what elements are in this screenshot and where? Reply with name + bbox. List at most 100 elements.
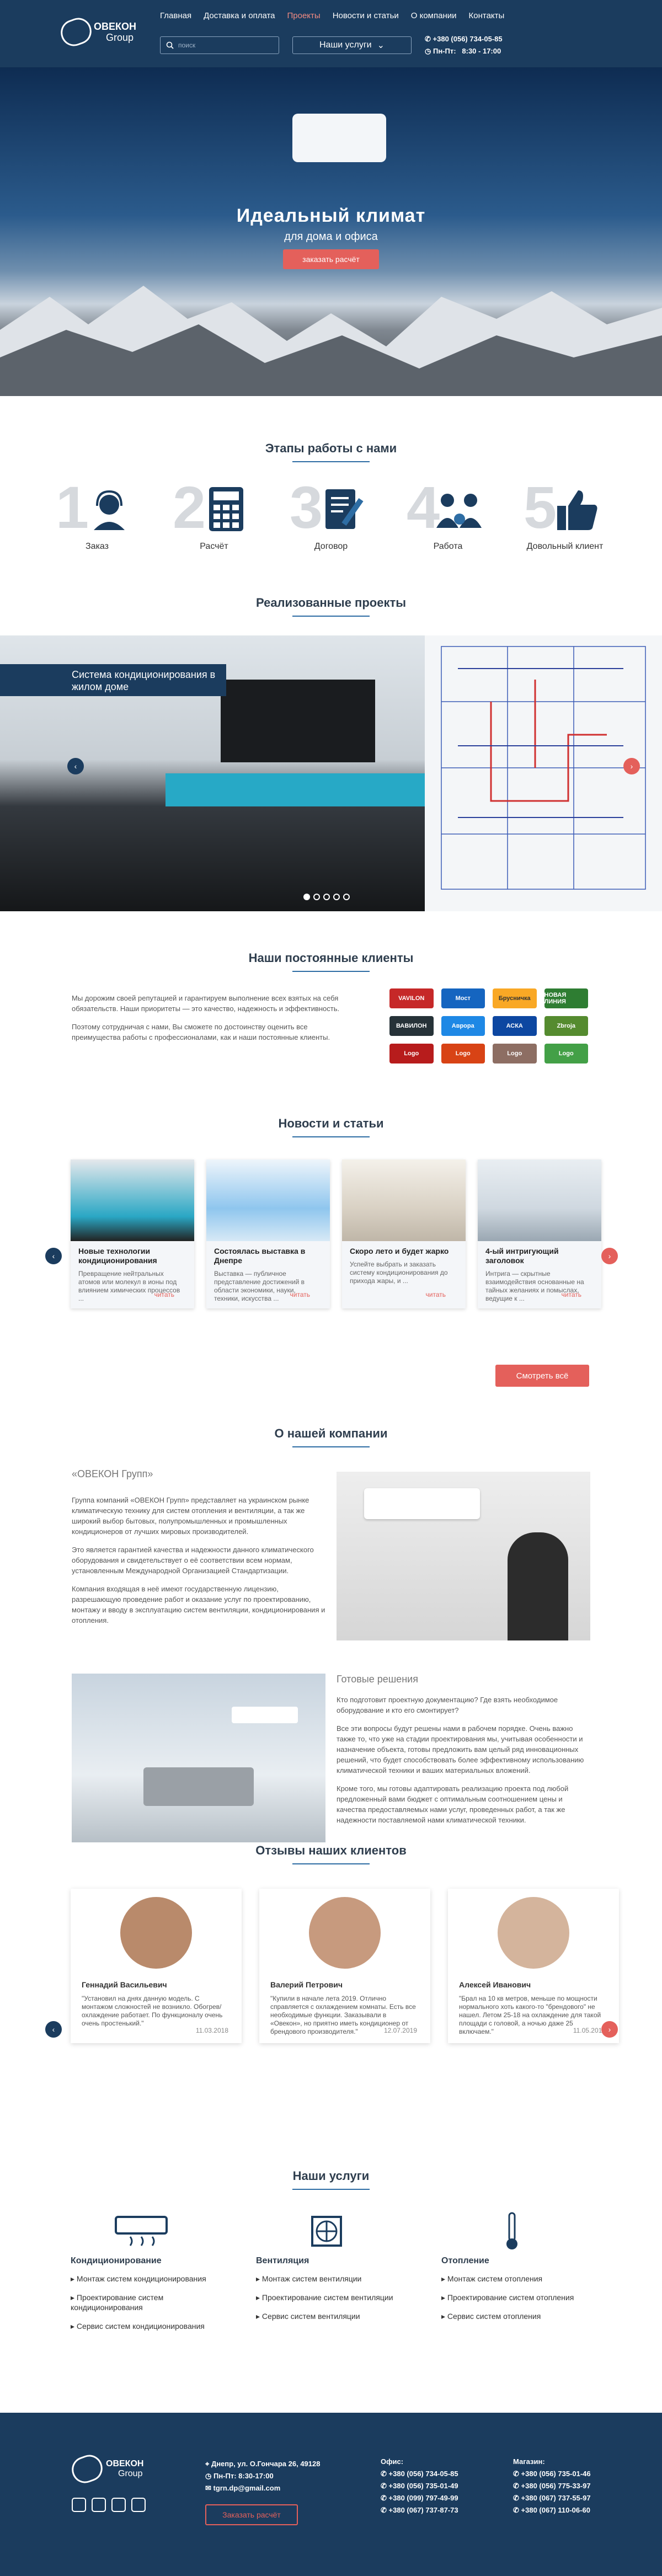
shop-label: Магазин: [513, 2457, 545, 2466]
logo[interactable]: ОВЕКОН Group [57, 14, 136, 50]
twitter-icon[interactable] [131, 2498, 146, 2512]
news-card[interactable]: 4-ый интригующий заголовок Интрига — скр… [478, 1159, 601, 1308]
order-calculation-button[interactable]: заказать расчёт [283, 249, 379, 269]
shop-phone[interactable]: ✆ +380 (056) 735-01-46 [513, 2468, 591, 2480]
shop-phone[interactable]: ✆ +380 (056) 775-33-97 [513, 2480, 591, 2492]
service-link[interactable]: ▸ Сервис систем кондиционирования [71, 2321, 212, 2331]
about-paragraph: Компания входящая в неё имеют государств… [72, 1585, 325, 1624]
slider-dot[interactable] [303, 894, 310, 900]
service-conditioning: Кондиционирование ▸ Монтаж систем кондиц… [71, 2212, 212, 2340]
slider-dot[interactable] [343, 894, 350, 900]
review-card: Геннадий Васильевич "Установил на днях д… [71, 1889, 242, 2043]
news-card-title: 4-ый интригующий заголовок [485, 1247, 559, 1265]
reviewer-avatar [495, 1894, 572, 1971]
shop-phone[interactable]: ✆ +380 (067) 110-06-60 [513, 2504, 591, 2516]
clients-title: Наши постоянные клиенты [0, 951, 662, 972]
footer-order-button[interactable]: Заказать расчёт [205, 2504, 298, 2525]
read-more-link[interactable]: читать [426, 1291, 446, 1298]
service-link[interactable]: ▸ Монтаж систем отопления [441, 2274, 583, 2284]
instagram-icon[interactable] [72, 2498, 86, 2512]
stage-label: Работа [433, 542, 463, 551]
search-placeholder: поиск [178, 41, 196, 49]
slider-next-button[interactable]: › [623, 758, 640, 774]
about-paragraph: Это является гарантией качества и надежн… [72, 1546, 314, 1575]
youtube-icon[interactable] [92, 2498, 106, 2512]
services-list: Кондиционирование ▸ Монтаж систем кондиц… [71, 2212, 583, 2340]
client-logo: Logo [544, 1044, 588, 1063]
search-input[interactable]: поиск [160, 36, 279, 54]
site-footer: ОВЕКОН Group ⌖ Днепр, ул. О.Гончара 26, … [0, 2413, 662, 2576]
view-all-button[interactable]: Смотреть всё [495, 1365, 589, 1387]
nav-news[interactable]: Новости и статьи [333, 11, 399, 20]
client-logo: НОВАЯ ЛИНИЯ [544, 988, 588, 1008]
contract-pen-icon [318, 484, 368, 534]
news-card-title: Состоялась выставка в Днепре [214, 1247, 306, 1265]
slider-prev-button[interactable]: ‹ [67, 758, 84, 774]
slider-dot[interactable] [323, 894, 330, 900]
phone-icon: ✆ [425, 35, 433, 43]
chevron-down-icon: ⌄ [377, 41, 385, 50]
news-title: Новости и статьи [0, 1116, 662, 1137]
service-link[interactable]: ▸ Сервис систем отопления [441, 2311, 583, 2321]
service-link[interactable]: ▸ Проектирование систем кондиционировани… [71, 2292, 212, 2312]
service-link[interactable]: ▸ Сервис систем вентиляции [256, 2311, 397, 2321]
office-phone[interactable]: ✆ +380 (056) 734-05-85 [381, 2468, 458, 2480]
project-blueprint: › [425, 635, 662, 911]
header-phone[interactable]: +380 (056) 734-05-85 [433, 35, 503, 43]
logo-swoosh-icon [57, 14, 95, 50]
client-logo: ВАВИЛОН [389, 1016, 434, 1036]
slider-dot[interactable] [333, 894, 340, 900]
client-logo: Logo [441, 1044, 485, 1063]
review-date: 11.05.2019 [573, 2027, 606, 2034]
stage-label: Договор [314, 542, 348, 551]
news-card-text: Выставка — публичное представление дости… [214, 1270, 305, 1302]
client-logo: Мост [441, 988, 485, 1008]
nav-projects[interactable]: Проекты [287, 11, 321, 20]
news-card-title: Новые технологии кондиционирования [78, 1247, 157, 1265]
slider-dot[interactable] [313, 894, 320, 900]
stages-title: Этапы работы с нами [0, 441, 662, 462]
news-card[interactable]: Состоялась выставка в Днепре Выставка — … [206, 1159, 330, 1308]
news-card[interactable]: Новые технологии кондиционирования Превр… [71, 1159, 194, 1308]
news-prev-button[interactable]: ‹ [45, 1248, 62, 1264]
news-card-title: Скоро лето и будет жарко [350, 1247, 449, 1255]
service-link[interactable]: ▸ Монтаж систем вентиляции [256, 2274, 397, 2284]
footer-logo[interactable]: ОВЕКОН Group [68, 2451, 143, 2487]
read-more-link[interactable]: читать [154, 1291, 174, 1298]
site-header: ОВЕКОН Group Главная Доставка и оплата П… [0, 0, 662, 67]
office-phone[interactable]: ✆ +380 (099) 797-49-99 [381, 2492, 458, 2504]
read-more-link[interactable]: читать [562, 1291, 581, 1298]
office-phone[interactable]: ✆ +380 (067) 737-87-73 [381, 2504, 458, 2516]
shop-phone[interactable]: ✆ +380 (067) 737-55-97 [513, 2492, 591, 2504]
service-link[interactable]: ▸ Проектирование систем вентиляции [256, 2292, 397, 2302]
reviews-prev-button[interactable]: ‹ [45, 2021, 62, 2038]
office-phone[interactable]: ✆ +380 (056) 735-01-49 [381, 2480, 458, 2492]
nav-home[interactable]: Главная [160, 11, 191, 20]
stage-calculation: 2 Расчёт [173, 478, 255, 567]
brand-name: ОВЕКОН [94, 21, 136, 32]
reviews-title: Отзывы наших клиентов [0, 1843, 662, 1864]
nav-about[interactable]: О компании [411, 11, 457, 20]
woman-with-remote-image [337, 1472, 590, 1640]
service-heating: Отопление ▸ Монтаж систем отопления ▸ Пр… [441, 2212, 583, 2340]
nav-delivery[interactable]: Доставка и оплата [204, 11, 275, 20]
review-card: Валерий Петрович "Купили в начале лета 2… [259, 1889, 430, 2043]
news-card[interactable]: Скоро лето и будет жарко Успейте выбрать… [342, 1159, 466, 1308]
nav-contacts[interactable]: Контакты [469, 11, 505, 20]
facebook-icon[interactable] [111, 2498, 126, 2512]
news-next-button[interactable]: › [601, 1248, 618, 1264]
services-dropdown-label: Наши услуги [319, 40, 372, 50]
read-more-link[interactable]: читать [290, 1291, 310, 1298]
client-logos: VAVILON Мост Брусничка НОВАЯ ЛИНИЯ ВАВИЛ… [389, 988, 588, 1063]
review-card: Алексей Иванович "Брал на 10 кв метров, … [448, 1889, 619, 2043]
clients-paragraph: Мы дорожим своей репутацией и гарантируе… [72, 994, 340, 1013]
footer-email[interactable]: tgrn.dp@gmail.com [213, 2484, 281, 2492]
tv-image [221, 680, 375, 762]
reviews-next-button[interactable]: › [601, 2021, 618, 2038]
service-link[interactable]: ▸ Монтаж систем кондиционирования [71, 2274, 212, 2284]
services-dropdown[interactable]: Наши услуги ⌄ [292, 36, 412, 54]
footer-brand-sub: Group [118, 2469, 143, 2478]
brand-sub: Group [106, 32, 134, 43]
service-link[interactable]: ▸ Проектирование систем отопления [441, 2292, 583, 2302]
about-paragraph: Группа компаний «ОВЕКОН Групп» представл… [72, 1496, 309, 1536]
